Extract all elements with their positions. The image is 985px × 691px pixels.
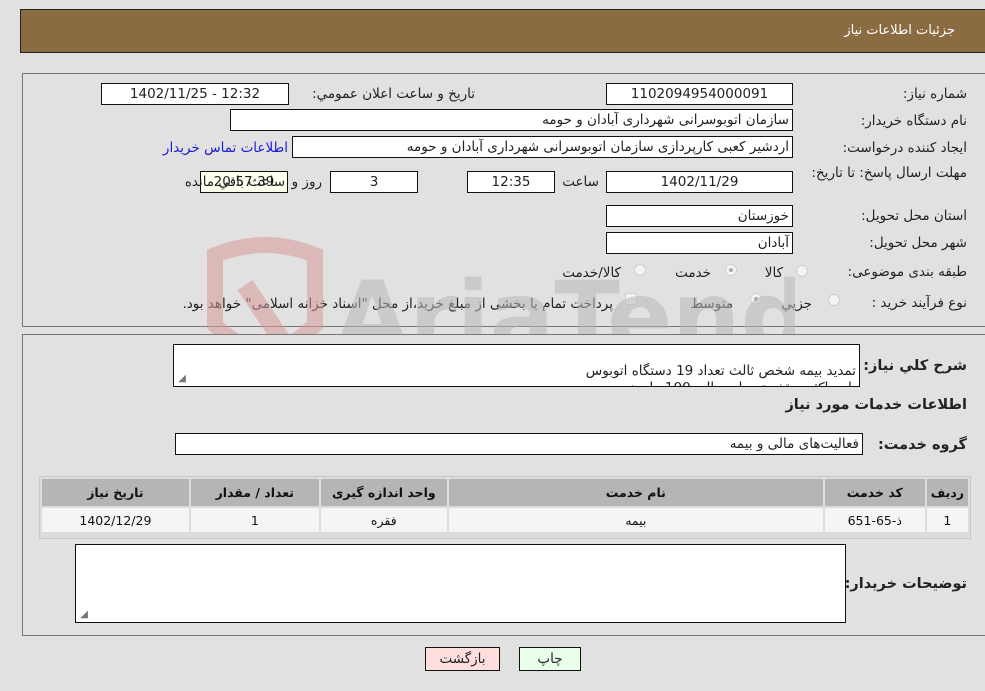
need-number-label: شماره نیاز: <box>902 86 967 102</box>
purchase-type-radio-medium[interactable] <box>750 293 762 305</box>
time-remaining-label: ساعت باقي مانده <box>184 174 285 190</box>
col-unit: واحد اندازه گيری <box>320 479 447 506</box>
buyer-notes-textarea[interactable]: ◢ <box>75 544 846 623</box>
description-textarea[interactable]: تمدید بیمه شخص ثالث تعداد 19 دستگاه اتوب… <box>173 344 860 387</box>
col-need-date: تاريخ نياز <box>42 479 189 506</box>
city-label: شهر محل تحويل: <box>869 235 967 251</box>
service-group-label: گروه خدمت: <box>877 437 967 453</box>
announce-datetime-label: تاریخ و ساعت اعلان عمومي: <box>312 86 475 102</box>
col-service-name: نام خدمت <box>448 479 823 506</box>
need-number-field: 1102094954000091 <box>606 83 793 105</box>
services-heading: اطلاعات خدمات مورد نياز <box>785 397 967 413</box>
page-header: جزئیات اطلاعات نیاز <box>20 9 985 53</box>
buyer-org-label: نام دستگاه خريدار: <box>860 113 967 129</box>
col-row-number: رديف <box>926 479 968 506</box>
table-header-row: رديف كد خدمت نام خدمت واحد اندازه گيری ت… <box>42 479 968 506</box>
cell-service-code: ذ-65-651 <box>824 508 925 532</box>
cell-row-number: 1 <box>926 508 968 532</box>
province-label: استان محل تحويل: <box>861 208 967 224</box>
purchase-type-option-medium: متوسط <box>690 296 733 312</box>
treasury-note: پرداخت تمام يا بخشی از مبلغ خريد،از محل … <box>182 296 613 312</box>
resize-grip-icon[interactable]: ◢ <box>176 374 186 384</box>
deadline-time-label: ساعت <box>562 174 599 190</box>
days-remaining-field: 3 <box>330 171 418 193</box>
buyer-contact-link[interactable]: اطلاعات تماس خريدار <box>163 140 288 156</box>
requester-label: ايجاد كننده درخواست: <box>842 140 967 156</box>
print-button[interactable]: چاپ <box>519 647 581 671</box>
description-text: تمدید بیمه شخص ثالث تعداد 19 دستگاه اتوب… <box>585 363 856 386</box>
treasury-checkbox[interactable] <box>625 293 637 305</box>
cell-quantity: 1 <box>190 508 319 532</box>
buyer-notes-label: توضيحات خريدار: <box>844 576 967 592</box>
col-quantity: تعداد / مقدار <box>190 479 319 506</box>
category-option-goods-service: كالا/خدمت <box>562 265 621 281</box>
category-radio-goods-service[interactable] <box>634 264 646 276</box>
buyer-org-field: سازمان اتوبوسرانی شهرداری آبادان و حومه <box>230 109 793 131</box>
col-service-code: كد خدمت <box>824 479 925 506</box>
category-label: طبقه بندی موضوعی: <box>847 264 967 280</box>
deadline-label: مهلت ارسال پاسخ: تا تاريخ: <box>811 165 967 181</box>
service-group-field: فعالیت‌های مالی و بیمه <box>175 433 863 455</box>
resize-grip-icon[interactable]: ◢ <box>78 610 88 620</box>
announce-datetime-field: 1402/11/25 - 12:32 <box>101 83 289 105</box>
province-field: خوزستان <box>606 205 793 227</box>
cell-service-name: بیمه <box>448 508 823 532</box>
category-option-goods: كالا <box>764 265 783 281</box>
cell-need-date: 1402/12/29 <box>42 508 189 532</box>
table-row: 1 ذ-65-651 بیمه فقره 1 1402/12/29 <box>42 508 968 532</box>
requester-field: اردشیر کعبی کارپردازی سازمان اتوبوسرانی … <box>292 136 793 158</box>
purchase-type-option-minor: جزيي <box>781 296 812 312</box>
back-button[interactable]: بازگشت <box>425 647 500 671</box>
purchase-type-label: نوع فرآيند خريد : <box>871 295 967 311</box>
purchase-type-radio-minor[interactable] <box>828 294 840 306</box>
page-title: جزئیات اطلاعات نیاز <box>844 23 955 38</box>
services-table: رديف كد خدمت نام خدمت واحد اندازه گيری ت… <box>39 476 971 539</box>
city-field: آبادان <box>606 232 793 254</box>
days-label: روز و <box>291 174 322 190</box>
category-radio-service[interactable] <box>725 264 737 276</box>
deadline-time-field: 12:35 <box>467 171 555 193</box>
category-radio-goods[interactable] <box>796 265 808 277</box>
deadline-date-field: 1402/11/29 <box>606 171 793 193</box>
description-label: شرح كلي نياز: <box>863 358 967 374</box>
category-option-service: خدمت <box>675 265 711 281</box>
cell-unit: فقره <box>320 508 447 532</box>
